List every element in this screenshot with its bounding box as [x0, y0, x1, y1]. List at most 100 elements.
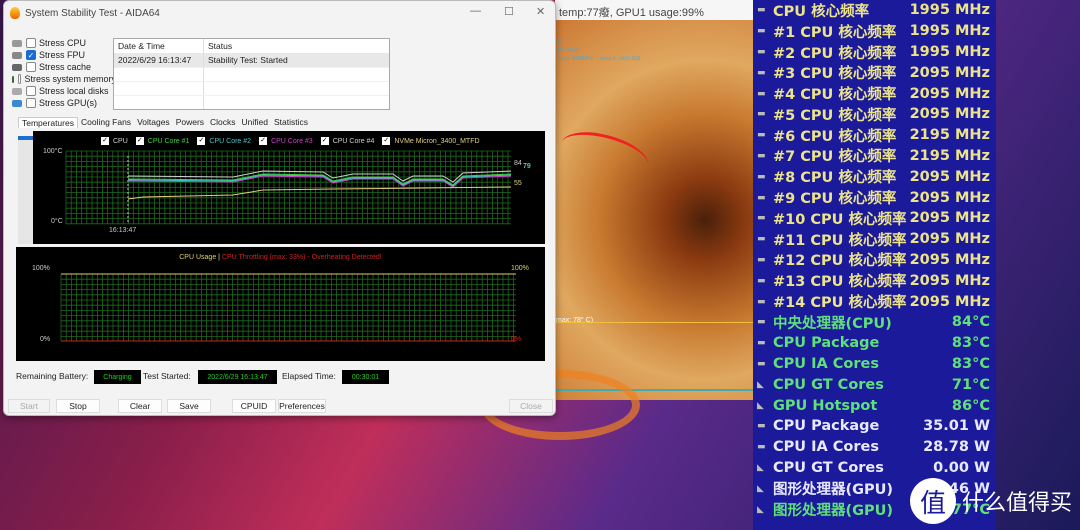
cpu-icon: ▬ — [757, 26, 766, 37]
tab-voltages[interactable]: Voltages — [134, 117, 173, 128]
log-header: Date & Time Status — [114, 39, 389, 53]
osd-row: ▬ CPU Package 35.01 W — [753, 416, 996, 437]
legend-checkbox[interactable]: ✓ — [320, 137, 329, 145]
osd-row: ▬ CPU IA Cores 83°C — [753, 354, 996, 375]
osd-value: 2095 MHz — [909, 210, 990, 227]
cpu-icon: ▬ — [757, 171, 766, 182]
empty-row — [114, 81, 389, 95]
stress-memory-option[interactable]: Stress system memory — [12, 73, 116, 85]
osd-label: CPU GT Cores — [773, 376, 884, 393]
osd-label: #1 CPU 核心频率 — [773, 24, 897, 41]
legend-checkbox[interactable]: ✓ — [382, 137, 391, 145]
usage-chart-title: CPU Usage | CPU Throttling (max: 33%) - … — [16, 254, 545, 261]
tab-unified[interactable]: Unified — [239, 117, 271, 128]
legend-cpu[interactable]: ✓ CPU — [101, 137, 128, 145]
y-axis-top-label: 100°C — [43, 148, 63, 155]
cpu-icon: ▬ — [757, 275, 766, 286]
legend-checkbox[interactable]: ✓ — [101, 137, 109, 145]
osd-value: 0.00 W — [933, 459, 990, 476]
aida64-logo-icon — [10, 7, 20, 19]
event-log-table[interactable]: Date & Time Status 2022/6/29 16:13:47 St… — [113, 38, 390, 110]
stress-cpu-checkbox[interactable] — [26, 38, 36, 48]
osd-row: ▬ CPU IA Cores 28.78 W — [753, 437, 996, 458]
table-row[interactable]: 2022/6/29 16:13:47 Stability Test: Start… — [114, 53, 389, 67]
column-header-datetime[interactable]: Date & Time — [114, 39, 204, 53]
stress-fpu-checkbox[interactable]: ✓ — [26, 50, 36, 60]
stress-cache-option[interactable]: Stress cache — [12, 61, 116, 73]
close-button[interactable]: Close — [509, 399, 553, 413]
option-label: Stress FPU — [39, 50, 86, 60]
osd-row: ◣ CPU GT Cores 0.00 W — [753, 458, 996, 479]
stress-disks-checkbox[interactable] — [26, 86, 36, 96]
stress-disks-option[interactable]: Stress local disks — [12, 85, 116, 97]
legend-label: CPU Core #4 — [332, 137, 375, 145]
legend-label: NVMe Micron_3400_MTFD — [394, 137, 480, 145]
end-value-nvme: 55 — [514, 180, 522, 187]
cpu-icon: ▬ — [757, 192, 766, 203]
stress-memory-checkbox[interactable] — [17, 74, 22, 84]
legend-core3[interactable]: ✓ CPU Core #3 — [259, 137, 313, 145]
legend-checkbox[interactable]: ✓ — [135, 137, 144, 145]
window-title: System Stability Test - AIDA64 — [25, 7, 160, 19]
legend-label: CPU Core #1 — [147, 137, 190, 145]
legend-checkbox[interactable]: ✓ — [197, 137, 206, 145]
stress-options: Stress CPU ✓ Stress FPU Stress cache Stre… — [12, 37, 116, 109]
osd-value: 35.01 W — [923, 418, 990, 435]
column-header-status[interactable]: Status — [204, 41, 232, 51]
x-axis-time-label: 16:13:47 — [109, 227, 137, 234]
minimize-button[interactable]: — — [470, 5, 481, 17]
osd-label: #13 CPU 核心频率 — [773, 274, 907, 291]
option-label: Stress local disks — [39, 86, 109, 96]
osd-label: CPU IA Cores — [773, 355, 879, 372]
legend-core2[interactable]: ✓ CPU Core #2 — [197, 137, 251, 145]
legend-checkbox[interactable]: ✓ — [259, 137, 268, 145]
legend-nvme[interactable]: ✓ NVMe Micron_3400_MTFD — [382, 137, 480, 145]
hwinfo-osd-panel: ▬ CPU 核心频率 1995 MHz ▬ #1 CPU 核心频率 1995 MHz ▬ #2… — [753, 0, 996, 530]
stress-cache-checkbox[interactable] — [26, 62, 36, 72]
cpu-icon — [12, 39, 22, 47]
osd-row: ▬ #14 CPU 核心频率 2095 MHz — [753, 291, 996, 312]
tab-cooling-fans[interactable]: Cooling Fans — [78, 117, 134, 128]
osd-value: 84°C — [951, 314, 990, 331]
usage-title: CPU Usage — [179, 254, 217, 261]
legend-core1[interactable]: ✓ CPU Core #1 — [135, 137, 190, 145]
cpu-icon: ▬ — [757, 5, 766, 16]
cpu-icon: ▬ — [757, 150, 766, 161]
osd-row: ▬ #5 CPU 核心频率 2095 MHz — [753, 104, 996, 125]
osd-row: ▬ CPU Package 83°C — [753, 333, 996, 354]
tab-statistics[interactable]: Statistics — [271, 117, 311, 128]
osd-row: ▬ #4 CPU 核心频率 2095 MHz — [753, 83, 996, 104]
tab-temperatures[interactable]: Temperatures — [18, 117, 78, 128]
cpuid-button[interactable]: CPUID — [232, 399, 276, 413]
tab-powers[interactable]: Powers — [173, 117, 207, 128]
save-button[interactable]: Save — [167, 399, 211, 413]
stress-fpu-option[interactable]: ✓ Stress FPU — [12, 49, 116, 61]
osd-label: #3 CPU 核心频率 — [773, 66, 897, 83]
overlay-line: mem: 5588MHz ... temp:0, vid:0, 0(0) — [558, 56, 641, 62]
osd-value: 1995 MHz — [909, 2, 990, 19]
background-overlay-text: 0 Clk:5553 mem: 5588MHz ... temp:0, vid:… — [558, 40, 641, 64]
start-button[interactable]: Start — [8, 399, 50, 413]
chart-tabs: Temperatures Cooling Fans Voltages Power… — [18, 117, 311, 128]
preferences-button[interactable]: Preferences — [278, 399, 326, 413]
osd-value: 86°C — [951, 397, 990, 414]
osd-label: CPU Package — [773, 418, 880, 435]
test-started-label: Test Started: — [143, 371, 191, 381]
stop-button[interactable]: Stop — [56, 399, 100, 413]
clear-button[interactable]: Clear — [118, 399, 162, 413]
elapsed-time-value: 00:30:01 — [342, 370, 389, 384]
stress-gpu-checkbox[interactable] — [26, 98, 36, 108]
cpu-icon: ▬ — [757, 130, 766, 141]
osd-row: ▬ CPU 核心频率 1995 MHz — [753, 0, 996, 21]
stress-gpu-option[interactable]: Stress GPU(s) — [12, 97, 116, 109]
osd-value: 2095 MHz — [909, 64, 990, 81]
osd-label: CPU GT Cores — [773, 459, 884, 476]
tab-clocks[interactable]: Clocks — [207, 117, 239, 128]
close-window-button[interactable]: ✕ — [536, 5, 545, 18]
legend-core4[interactable]: ✓ CPU Core #4 — [320, 137, 375, 145]
osd-value: 28.78 W — [923, 439, 990, 456]
stress-cpu-option[interactable]: Stress CPU — [12, 37, 116, 49]
sensor-list-panel[interactable] — [18, 140, 33, 244]
maximize-button[interactable]: ☐ — [504, 5, 514, 18]
overlay-line: Clk:5553 — [558, 48, 578, 54]
